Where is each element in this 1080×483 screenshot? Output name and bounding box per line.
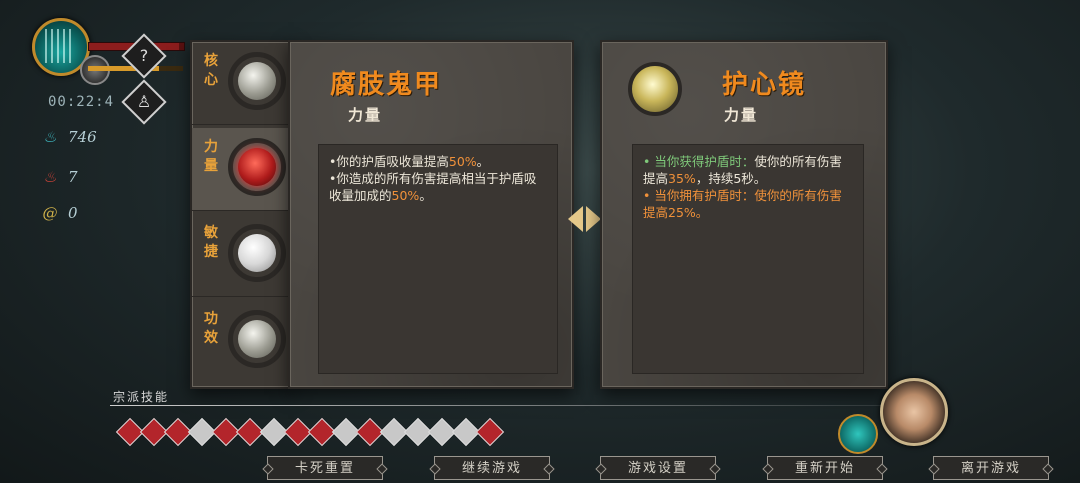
tab-agility-label: 敏捷 bbox=[204, 225, 218, 260]
reset-stuck-button[interactable]: 卡死重置 bbox=[267, 456, 383, 480]
red-orb-icon bbox=[238, 148, 276, 186]
skill-icon[interactable] bbox=[475, 417, 505, 447]
game-settings-button[interactable]: 游戏设置 bbox=[600, 456, 716, 480]
run-timer: 00:22:4 bbox=[48, 94, 115, 110]
desc-line-2: •你造成的所有伤害提高相当于护盾吸收量加成的50%。 bbox=[329, 171, 537, 203]
restart-button[interactable]: 重新开始 bbox=[767, 456, 883, 480]
compare-item-description: • 当你获得护盾时：使你的所有伤害提高35%，持续5秒。 • 当你拥有护盾时：使… bbox=[632, 144, 864, 374]
compare-item-panel: 护心镜 力量 • 当你获得护盾时：使你的所有伤害提高35%，持续5秒。 • 当你… bbox=[600, 40, 888, 389]
help-button[interactable]: ? bbox=[121, 33, 167, 79]
resource-soul: ♨ 746 bbox=[43, 128, 97, 146]
desc-line-1: •你的护盾吸收量提高50%。 bbox=[329, 154, 490, 169]
silver-orb-icon bbox=[238, 320, 276, 358]
resource-yellow: @0 bbox=[42, 204, 78, 222]
item-description: •你的护盾吸收量提高50%。 •你造成的所有伤害提高相当于护盾吸收量加成的50%… bbox=[318, 144, 558, 374]
compare-line-1: • 当你获得护盾时：使你的所有伤害提高35%，持续5秒。 bbox=[643, 154, 842, 186]
continue-game-button[interactable]: 继续游戏 bbox=[434, 456, 550, 480]
pearl-orb-icon bbox=[238, 234, 276, 272]
leave-game-button[interactable]: 离开游戏 bbox=[933, 456, 1049, 480]
arrow-left-icon bbox=[568, 206, 583, 232]
compare-item-name: 护心镜 bbox=[722, 70, 807, 100]
item-category: 力量 bbox=[348, 106, 383, 124]
compare-item-category: 力量 bbox=[724, 106, 759, 124]
swap-button[interactable] bbox=[566, 206, 604, 232]
tab-agility[interactable]: 敏捷 bbox=[192, 214, 292, 297]
selected-item-panel: 腐肢鬼甲 力量 •你的护盾吸收量提高50%。 •你造成的所有伤害提高相当于护盾吸… bbox=[288, 40, 574, 389]
tab-efficacy-label: 功效 bbox=[204, 311, 218, 346]
compare-line-2: • 当你拥有护盾时：使你的所有伤害提高25%。 bbox=[643, 188, 842, 220]
help-icon: ? bbox=[139, 46, 149, 65]
yellow-swirl-icon: @ bbox=[42, 204, 58, 222]
tab-strength-label: 力量 bbox=[204, 139, 218, 174]
character-icon: ♙ bbox=[136, 92, 152, 111]
resource-red: ♨ 7 bbox=[43, 168, 78, 186]
character-portrait[interactable] bbox=[880, 378, 948, 446]
sect-emblem-small[interactable] bbox=[838, 414, 878, 454]
item-name: 腐肢鬼甲 bbox=[330, 70, 443, 100]
character-button[interactable]: ♙ bbox=[121, 79, 167, 125]
tab-core[interactable]: 核心 bbox=[192, 42, 292, 125]
category-tabs: 核心 力量 敏捷 功效 bbox=[190, 40, 294, 389]
sect-skills-row bbox=[115, 417, 505, 447]
tab-core-label: 核心 bbox=[204, 53, 218, 88]
tab-strength[interactable]: 力量 bbox=[192, 128, 292, 211]
arrow-right-icon bbox=[586, 206, 601, 232]
tab-efficacy[interactable]: 功效 bbox=[192, 300, 292, 382]
silver-orb-icon bbox=[238, 62, 276, 100]
divider bbox=[110, 405, 900, 406]
item-orb-icon bbox=[628, 62, 682, 116]
sect-skills-label: 宗派技能 bbox=[113, 390, 170, 404]
soul-flame-icon: ♨ bbox=[43, 128, 57, 146]
red-flame-icon: ♨ bbox=[43, 168, 57, 186]
